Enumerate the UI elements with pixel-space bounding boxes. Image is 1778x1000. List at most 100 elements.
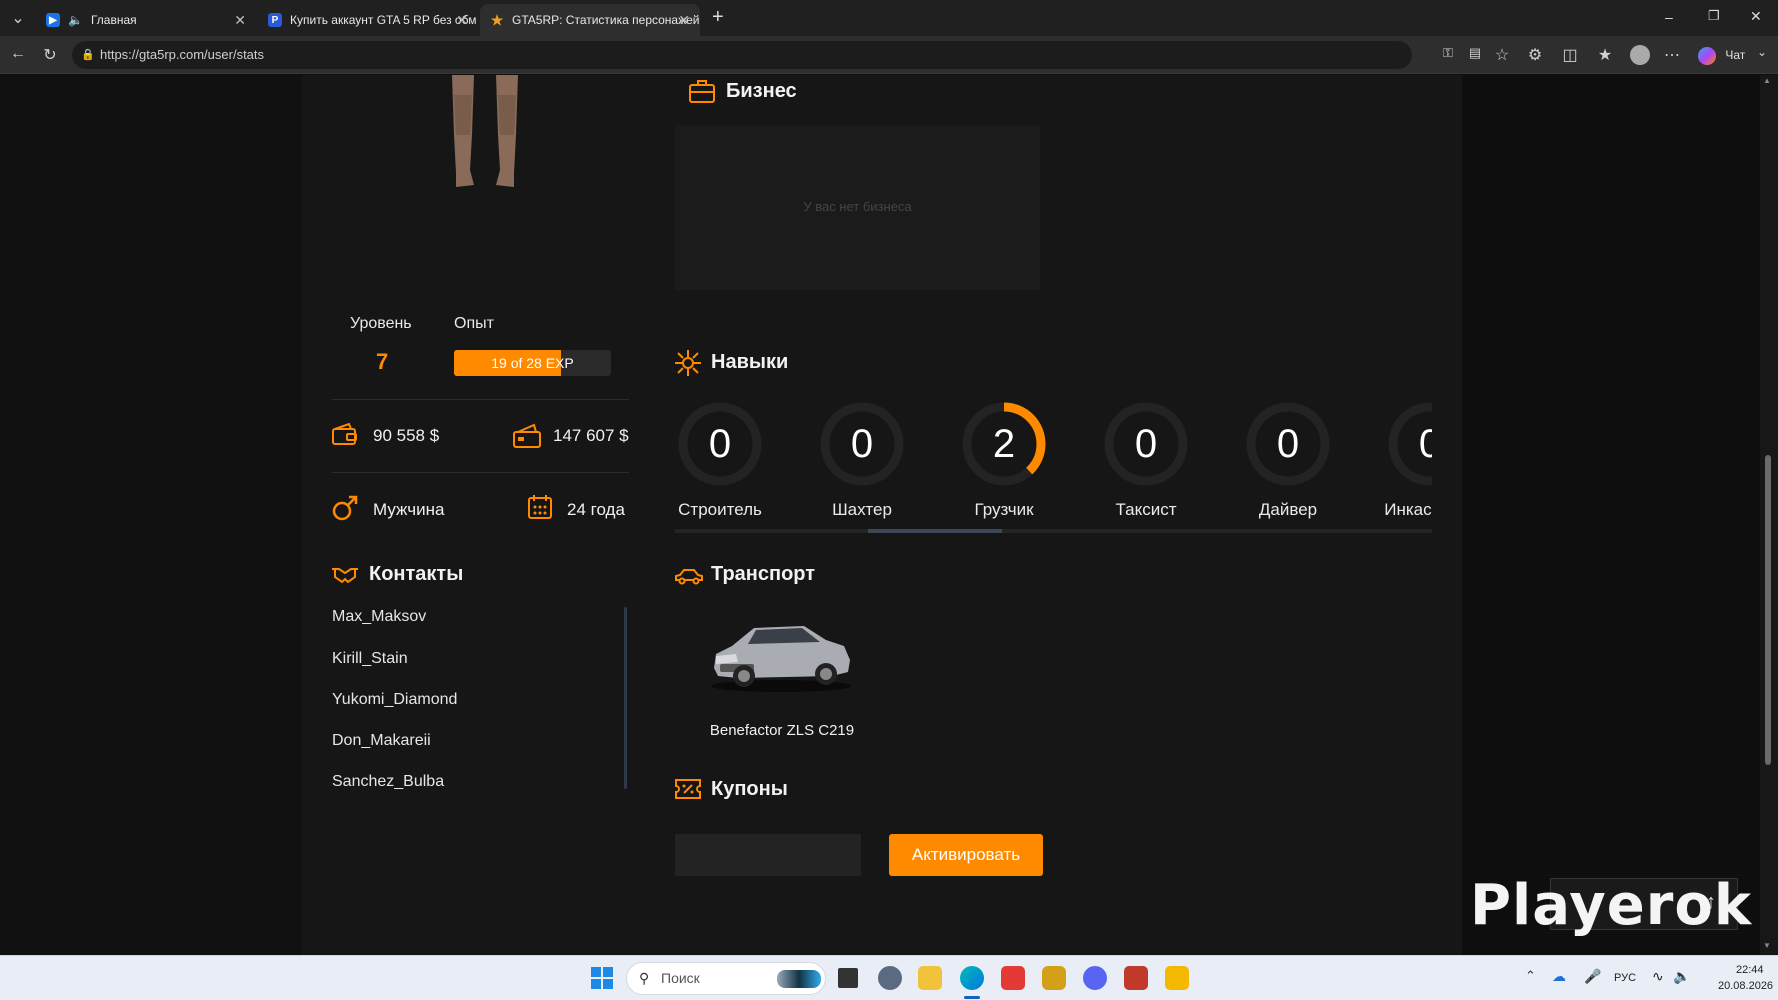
contact-item[interactable]: Sanchez_Bulba	[332, 773, 444, 791]
restore-icon[interactable]: ❐	[1708, 8, 1720, 24]
tab-title: Купить аккаунт GTA 5 RP без обм	[290, 13, 477, 27]
windows-start-icon[interactable]	[590, 966, 614, 990]
skill-name: Инкассатор	[1384, 500, 1432, 519]
clock-date[interactable]: 20.08.2026	[1718, 980, 1773, 992]
url-text: https://gta5rp.com/user/stats	[100, 47, 265, 62]
volume-icon[interactable]: 🔈	[1673, 968, 1690, 985]
skill-item: 2 Грузчик	[954, 401, 1054, 531]
clock-time[interactable]: 22:44	[1736, 964, 1764, 976]
briefcase-icon	[689, 80, 715, 103]
taskbar-search-box[interactable]: ⚲ Поиск	[626, 962, 826, 995]
divider	[332, 399, 629, 400]
tab-gta5rp-stats[interactable]: ★ GTA5RP: Статистика персонажей ✕	[480, 4, 700, 36]
contact-item[interactable]: Don_Makareii	[332, 732, 431, 750]
contact-item[interactable]: Max_Maksov	[332, 608, 426, 626]
gender-value: Мужчина	[373, 500, 445, 519]
skill-value: 0	[708, 422, 732, 466]
coupon-icon	[675, 779, 701, 799]
search-icon: ⚲	[639, 970, 650, 986]
tray-chevron-up-icon[interactable]: ⌃	[1525, 968, 1536, 984]
extensions-icon[interactable]: ⚙	[1525, 45, 1545, 65]
rockstar-launcher-icon[interactable]	[1165, 966, 1189, 990]
skill-item: 0 Строитель	[670, 401, 770, 531]
chevron-down-icon[interactable]: ⌄	[1752, 45, 1772, 59]
search-placeholder: Поиск	[661, 970, 700, 986]
copilot-chat-button[interactable]: Чат	[1698, 44, 1745, 66]
contact-item[interactable]: Yukomi_Diamond	[332, 691, 457, 709]
settings-gear-icon[interactable]	[878, 966, 902, 990]
close-icon[interactable]: ✕	[678, 12, 690, 29]
tab-actions-chevron-icon[interactable]: ⌄	[8, 8, 28, 28]
business-title: Бизнес	[726, 80, 797, 102]
age-value: 24 года	[567, 500, 625, 519]
male-gender-icon	[332, 495, 358, 521]
reader-icon[interactable]: ▤	[1465, 45, 1485, 61]
contact-item[interactable]: Kirill_Stain	[332, 650, 408, 668]
cash-value: 90 558 $	[373, 426, 440, 445]
left-background	[0, 75, 302, 955]
bank-value: 147 607 $	[553, 426, 629, 445]
exp-progress-bar: 19 of 28 EXP	[454, 350, 611, 376]
scroll-up-arrow-icon[interactable]: ▲	[1763, 76, 1771, 85]
tab-title: GTA5RP: Статистика персонажей	[512, 13, 700, 27]
windows-taskbar: ⚲ Поиск ⌃ ☁ 🎤 РУС ∿ 🔈 22:44 20.08.2026	[0, 955, 1778, 1000]
url-field[interactable]: 🔒 https://gta5rp.com/user/stats	[72, 41, 1412, 69]
skill-name: Дайвер	[1258, 500, 1318, 519]
skill-name: Грузчик	[974, 500, 1034, 519]
input-language[interactable]: РУС	[1614, 972, 1636, 984]
skill-value: 0	[850, 422, 874, 466]
tab-playerok[interactable]: P Купить аккаунт GTA 5 RP без обм ✕	[258, 4, 478, 36]
skills-scroll-thumb[interactable]	[868, 529, 1002, 533]
skill-value: 0	[1134, 422, 1158, 466]
favorite-star-icon[interactable]: ☆	[1492, 45, 1512, 65]
site-info-icon[interactable]: 🔒	[81, 41, 95, 69]
onedrive-icon[interactable]: ☁	[1552, 968, 1566, 985]
contacts-scrollbar[interactable]	[624, 607, 627, 789]
new-tab-button[interactable]: +	[712, 6, 724, 29]
speaker-icon[interactable]: 🔈	[68, 13, 83, 27]
task-view-icon[interactable]	[838, 968, 858, 988]
back-icon[interactable]: ←	[8, 45, 28, 63]
more-icon[interactable]: ⋯	[1662, 45, 1682, 65]
skills-scroll-track[interactable]	[675, 529, 1432, 533]
close-icon[interactable]: ✕	[234, 12, 246, 29]
wifi-icon[interactable]: ∿	[1652, 968, 1664, 985]
microphone-icon[interactable]: 🎤	[1584, 968, 1601, 985]
discord-icon[interactable]	[1083, 966, 1107, 990]
activate-coupon-button[interactable]: Активировать	[889, 834, 1043, 876]
window-close-icon[interactable]: ✕	[1750, 8, 1762, 25]
close-icon[interactable]: ✕	[456, 12, 468, 29]
key-icon[interactable]: ⚿	[1438, 45, 1458, 61]
wallet-icon	[332, 423, 357, 445]
reload-icon[interactable]: ↻	[40, 45, 60, 65]
coupon-code-input[interactable]	[675, 834, 861, 876]
skills-carousel[interactable]: 0 Строитель 0 Шахтер 2 Грузчик 0 Таксист 0 Дайвер…	[670, 395, 1432, 540]
file-explorer-icon[interactable]	[918, 966, 942, 990]
exp-text: 19 of 28 EXP	[491, 355, 574, 371]
skill-name: Строитель	[678, 500, 762, 519]
vehicle-image[interactable]	[708, 610, 854, 696]
page-scrollbar-thumb[interactable]	[1765, 455, 1771, 765]
handshake-icon	[332, 568, 358, 584]
coupons-title: Купоны	[711, 778, 788, 800]
playerok-p-icon: P	[268, 13, 282, 27]
skills-network-icon	[675, 350, 701, 376]
vpn-lock-icon[interactable]	[1042, 966, 1066, 990]
scroll-down-arrow-icon[interactable]: ▼	[1763, 941, 1771, 950]
minimize-icon[interactable]: –	[1665, 9, 1673, 25]
video-play-icon: ▶	[46, 13, 60, 27]
tab-home[interactable]: ▶ 🔈 Главная ✕	[36, 4, 256, 36]
skill-item: 0 Шахтер	[812, 401, 912, 531]
business-panel: У вас нет бизнеса	[675, 125, 1040, 290]
profile-avatar[interactable]	[1630, 45, 1650, 65]
skills-title: Навыки	[711, 351, 789, 373]
level-value: 7	[376, 349, 389, 374]
search-highlight-image	[777, 970, 821, 988]
calendar-icon	[528, 495, 552, 519]
favorites-icon[interactable]: ★	[1595, 45, 1615, 65]
game-app-icon[interactable]	[1124, 966, 1148, 990]
wps-office-icon[interactable]	[1001, 966, 1025, 990]
split-screen-icon[interactable]: ◫	[1560, 45, 1580, 65]
copilot-icon	[1698, 46, 1716, 65]
edge-browser-icon[interactable]	[960, 966, 984, 990]
